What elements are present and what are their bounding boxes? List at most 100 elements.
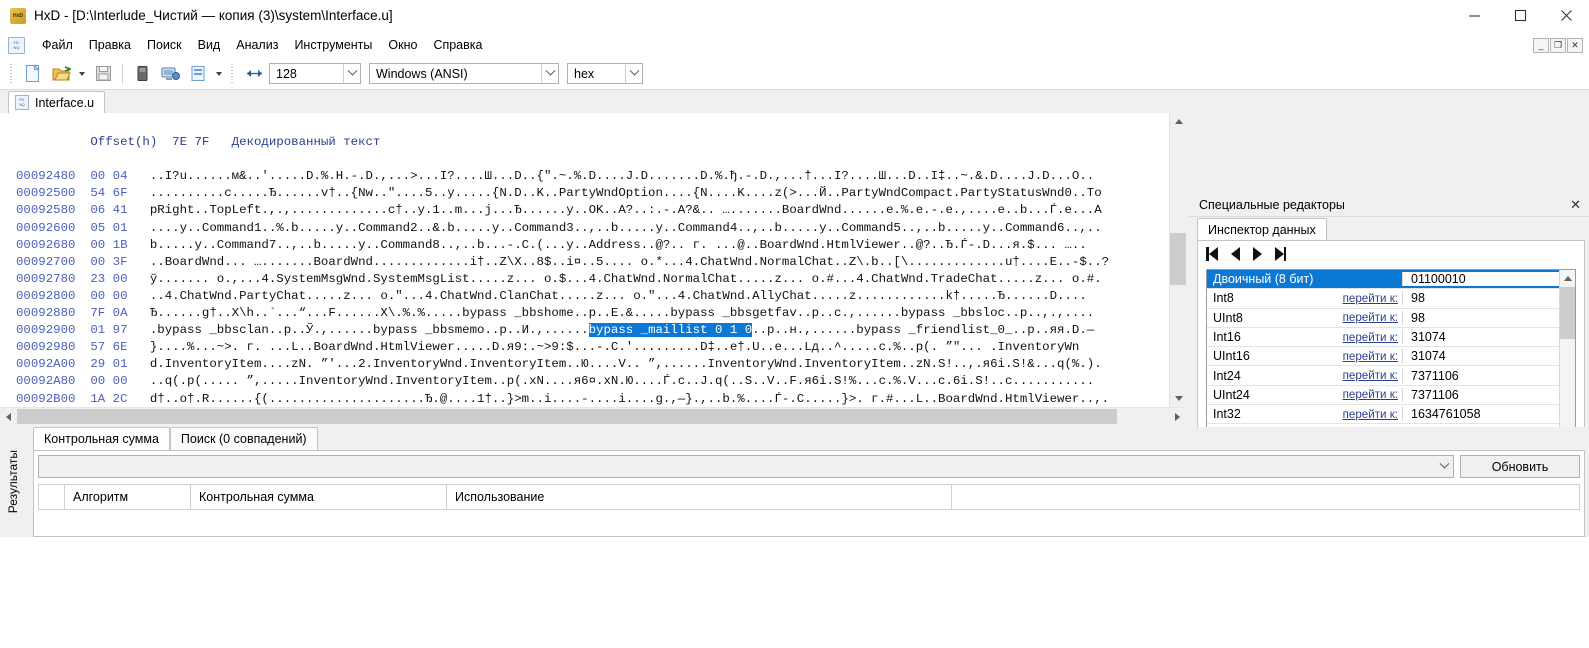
open-process-icon[interactable]: [185, 62, 211, 86]
close-icon[interactable]: [1543, 0, 1589, 32]
previous-record-icon[interactable]: [1230, 247, 1240, 261]
hex-row[interactable]: 00092A00 29 01 d.InventoryItem....zN. ”'…: [0, 356, 1186, 373]
hex-row[interactable]: 00092580 06 41 pRight..TopLeft.,.,......…: [0, 202, 1186, 219]
hex-row[interactable]: 00092880 7F 0A Ђ......g†..X\h..`...“...F…: [0, 305, 1186, 322]
open-file-icon[interactable]: [48, 62, 74, 86]
inspector-row[interactable]: Int32 перейти к: 1634761058: [1207, 405, 1559, 425]
title-bar: HxD - [D:\Interlude_Чистий — копия (3)\s…: [0, 0, 1589, 32]
inspector-goto-link[interactable]: перейти к:: [1327, 331, 1402, 344]
inspector-row-value[interactable]: 98: [1402, 291, 1559, 306]
hex-row[interactable]: 00092B00 1A 2C d†..o†.R......{(.........…: [0, 391, 1186, 408]
inspector-goto-link[interactable]: перейти к:: [1327, 388, 1402, 401]
first-record-icon[interactable]: [1206, 247, 1218, 261]
minimize-icon[interactable]: [1451, 0, 1497, 32]
hex-row[interactable]: 00092600 05 01 ....y..Command1..%.b.....…: [0, 220, 1186, 237]
bytes-per-row-combo[interactable]: 128: [269, 63, 361, 84]
open-disk-icon[interactable]: [129, 62, 155, 86]
algorithm-select[interactable]: [38, 455, 1454, 478]
menu-item-search[interactable]: Поиск: [139, 35, 190, 55]
inspector-goto-link[interactable]: перейти к:: [1327, 311, 1402, 324]
inspector-row-value[interactable]: 31074: [1402, 349, 1559, 364]
maximize-icon[interactable]: [1497, 0, 1543, 32]
process-dropdown-arrow-icon[interactable]: [213, 62, 225, 86]
menu-item-analysis[interactable]: Анализ: [228, 35, 286, 55]
update-button[interactable]: Обновить: [1460, 455, 1580, 478]
hex-row[interactable]: 00092480 00 04 ..I?u......м&..'.....D.%.…: [0, 168, 1186, 185]
hex-row-offset: 00092480: [16, 169, 76, 184]
hex-row[interactable]: 00092700 00 3F ..BoardWnd... ….......Boa…: [0, 254, 1186, 271]
hex-horizontal-scrollbar[interactable]: [0, 407, 1186, 425]
column-header-extra: [952, 485, 1580, 509]
view-mode-dropdown-icon[interactable]: [625, 64, 642, 83]
inspector-row-value[interactable]: 01100010: [1402, 272, 1559, 287]
hex-row[interactable]: 00092900 01 97 .bypass _bbsclan..p..Ў.,.…: [0, 322, 1186, 339]
hex-row[interactable]: 00092A80 00 00 ..q(.p(..... ”,.....Inven…: [0, 373, 1186, 390]
vertical-scroll-thumb[interactable]: [1170, 233, 1186, 285]
encoding-combo[interactable]: Windows (ANSI): [369, 63, 559, 84]
inspector-row-value[interactable]: 1634761058: [1402, 407, 1559, 422]
hex-row[interactable]: 00092500 54 6F ..........c.....Ђ......v†…: [0, 185, 1186, 202]
save-file-icon[interactable]: [90, 62, 116, 86]
hex-row-text: }....%...~>. г. ...L..BoardWnd.HtmlViewe…: [149, 340, 1080, 355]
hex-row[interactable]: 00092680 00 1B b.....y..Command7..,..b..…: [0, 237, 1186, 254]
inspector-row-value[interactable]: 7371106: [1402, 368, 1559, 383]
open-ram-icon[interactable]: [157, 62, 183, 86]
menu-item-file[interactable]: Файл: [34, 35, 81, 55]
hex-row[interactable]: 00092780 23 00 ў....... o.,...4.SystemMs…: [0, 271, 1186, 288]
inspector-row[interactable]: UInt24 перейти к: 7371106: [1207, 386, 1559, 406]
inspector-row[interactable]: Двоичный (8 бит) 01100010: [1207, 270, 1559, 290]
inspector-row[interactable]: Int8 перейти к: 98: [1207, 289, 1559, 309]
mdi-restore-icon[interactable]: ❐: [1550, 37, 1566, 53]
inspector-row[interactable]: Int16 перейти к: 31074: [1207, 328, 1559, 348]
tab-search-results[interactable]: Поиск (0 совпадений): [169, 427, 318, 450]
hex-selection[interactable]: bypass _maillist 0 1 0: [588, 323, 753, 338]
encoding-dropdown-icon[interactable]: [541, 64, 558, 83]
inspector-row-value[interactable]: 98: [1402, 310, 1559, 325]
special-editors-close-icon[interactable]: ✕: [1570, 197, 1581, 213]
horizontal-scroll-thumb[interactable]: [17, 409, 1117, 424]
scroll-down-icon[interactable]: [1170, 390, 1186, 407]
inspector-goto-link[interactable]: перейти к:: [1327, 408, 1402, 421]
tab-search-results-label: Поиск (0 совпадений): [180, 432, 307, 446]
inspector-scroll-thumb[interactable]: [1560, 287, 1575, 339]
menu-item-help[interactable]: Справка: [425, 35, 490, 55]
inspector-goto-link[interactable]: перейти к:: [1327, 350, 1402, 363]
tab-checksum[interactable]: Контрольная сумма: [33, 427, 170, 450]
document-tab-interface-u[interactable]: Interface.u: [8, 91, 106, 113]
bytes-per-row-dropdown-icon[interactable]: [343, 64, 360, 83]
hex-row[interactable]: 00092980 57 6E }....%...~>. г. ...L..Boa…: [0, 339, 1186, 356]
toolbar-grip[interactable]: [10, 63, 14, 84]
tab-data-inspector[interactable]: Инспектор данных: [1197, 218, 1327, 240]
hex-row[interactable]: 00092800 00 00 ..4.ChatWnd.PartyChat....…: [0, 288, 1186, 305]
inspector-goto-link[interactable]: перейти к:: [1327, 292, 1402, 305]
column-header-checksum[interactable]: Контрольная сумма: [191, 485, 447, 509]
view-mode-combo[interactable]: hex: [567, 63, 643, 84]
scroll-up-icon[interactable]: [1170, 113, 1186, 130]
scroll-right-icon[interactable]: [1169, 408, 1186, 425]
inspector-row[interactable]: UInt16 перейти к: 31074: [1207, 347, 1559, 367]
menu-item-window[interactable]: Окно: [380, 35, 425, 55]
last-record-icon[interactable]: [1274, 247, 1286, 261]
menu-item-view[interactable]: Вид: [190, 35, 229, 55]
inspector-row-value[interactable]: 31074: [1402, 330, 1559, 345]
inspector-row[interactable]: UInt8 перейти к: 98: [1207, 309, 1559, 328]
hex-vertical-scrollbar[interactable]: [1169, 113, 1186, 407]
algorithm-select-dropdown-icon[interactable]: [1435, 456, 1453, 477]
column-header-algorithm[interactable]: Алгоритм: [65, 485, 191, 509]
mdi-close-icon[interactable]: ✕: [1567, 37, 1583, 53]
inspector-scroll-up-icon[interactable]: [1560, 270, 1575, 286]
inspector-row-value[interactable]: 7371106: [1402, 387, 1559, 402]
menu-item-tools[interactable]: Инструменты: [286, 35, 380, 55]
next-record-icon[interactable]: [1252, 247, 1262, 261]
scroll-left-icon[interactable]: [0, 408, 17, 425]
menu-item-edit[interactable]: Правка: [81, 35, 139, 55]
inspector-vertical-scrollbar[interactable]: [1559, 270, 1575, 444]
new-file-icon[interactable]: [20, 62, 46, 86]
mdi-minimize-icon[interactable]: _: [1533, 37, 1549, 53]
open-dropdown-arrow-icon[interactable]: [76, 62, 88, 86]
inspector-goto-link[interactable]: перейти к:: [1327, 369, 1402, 382]
results-side-tab[interactable]: Результаты: [0, 427, 26, 537]
column-header-usage[interactable]: Использование: [447, 485, 952, 509]
inspector-row[interactable]: Int24 перейти к: 7371106: [1207, 366, 1559, 386]
toolbar-grip-2[interactable]: [231, 63, 235, 84]
